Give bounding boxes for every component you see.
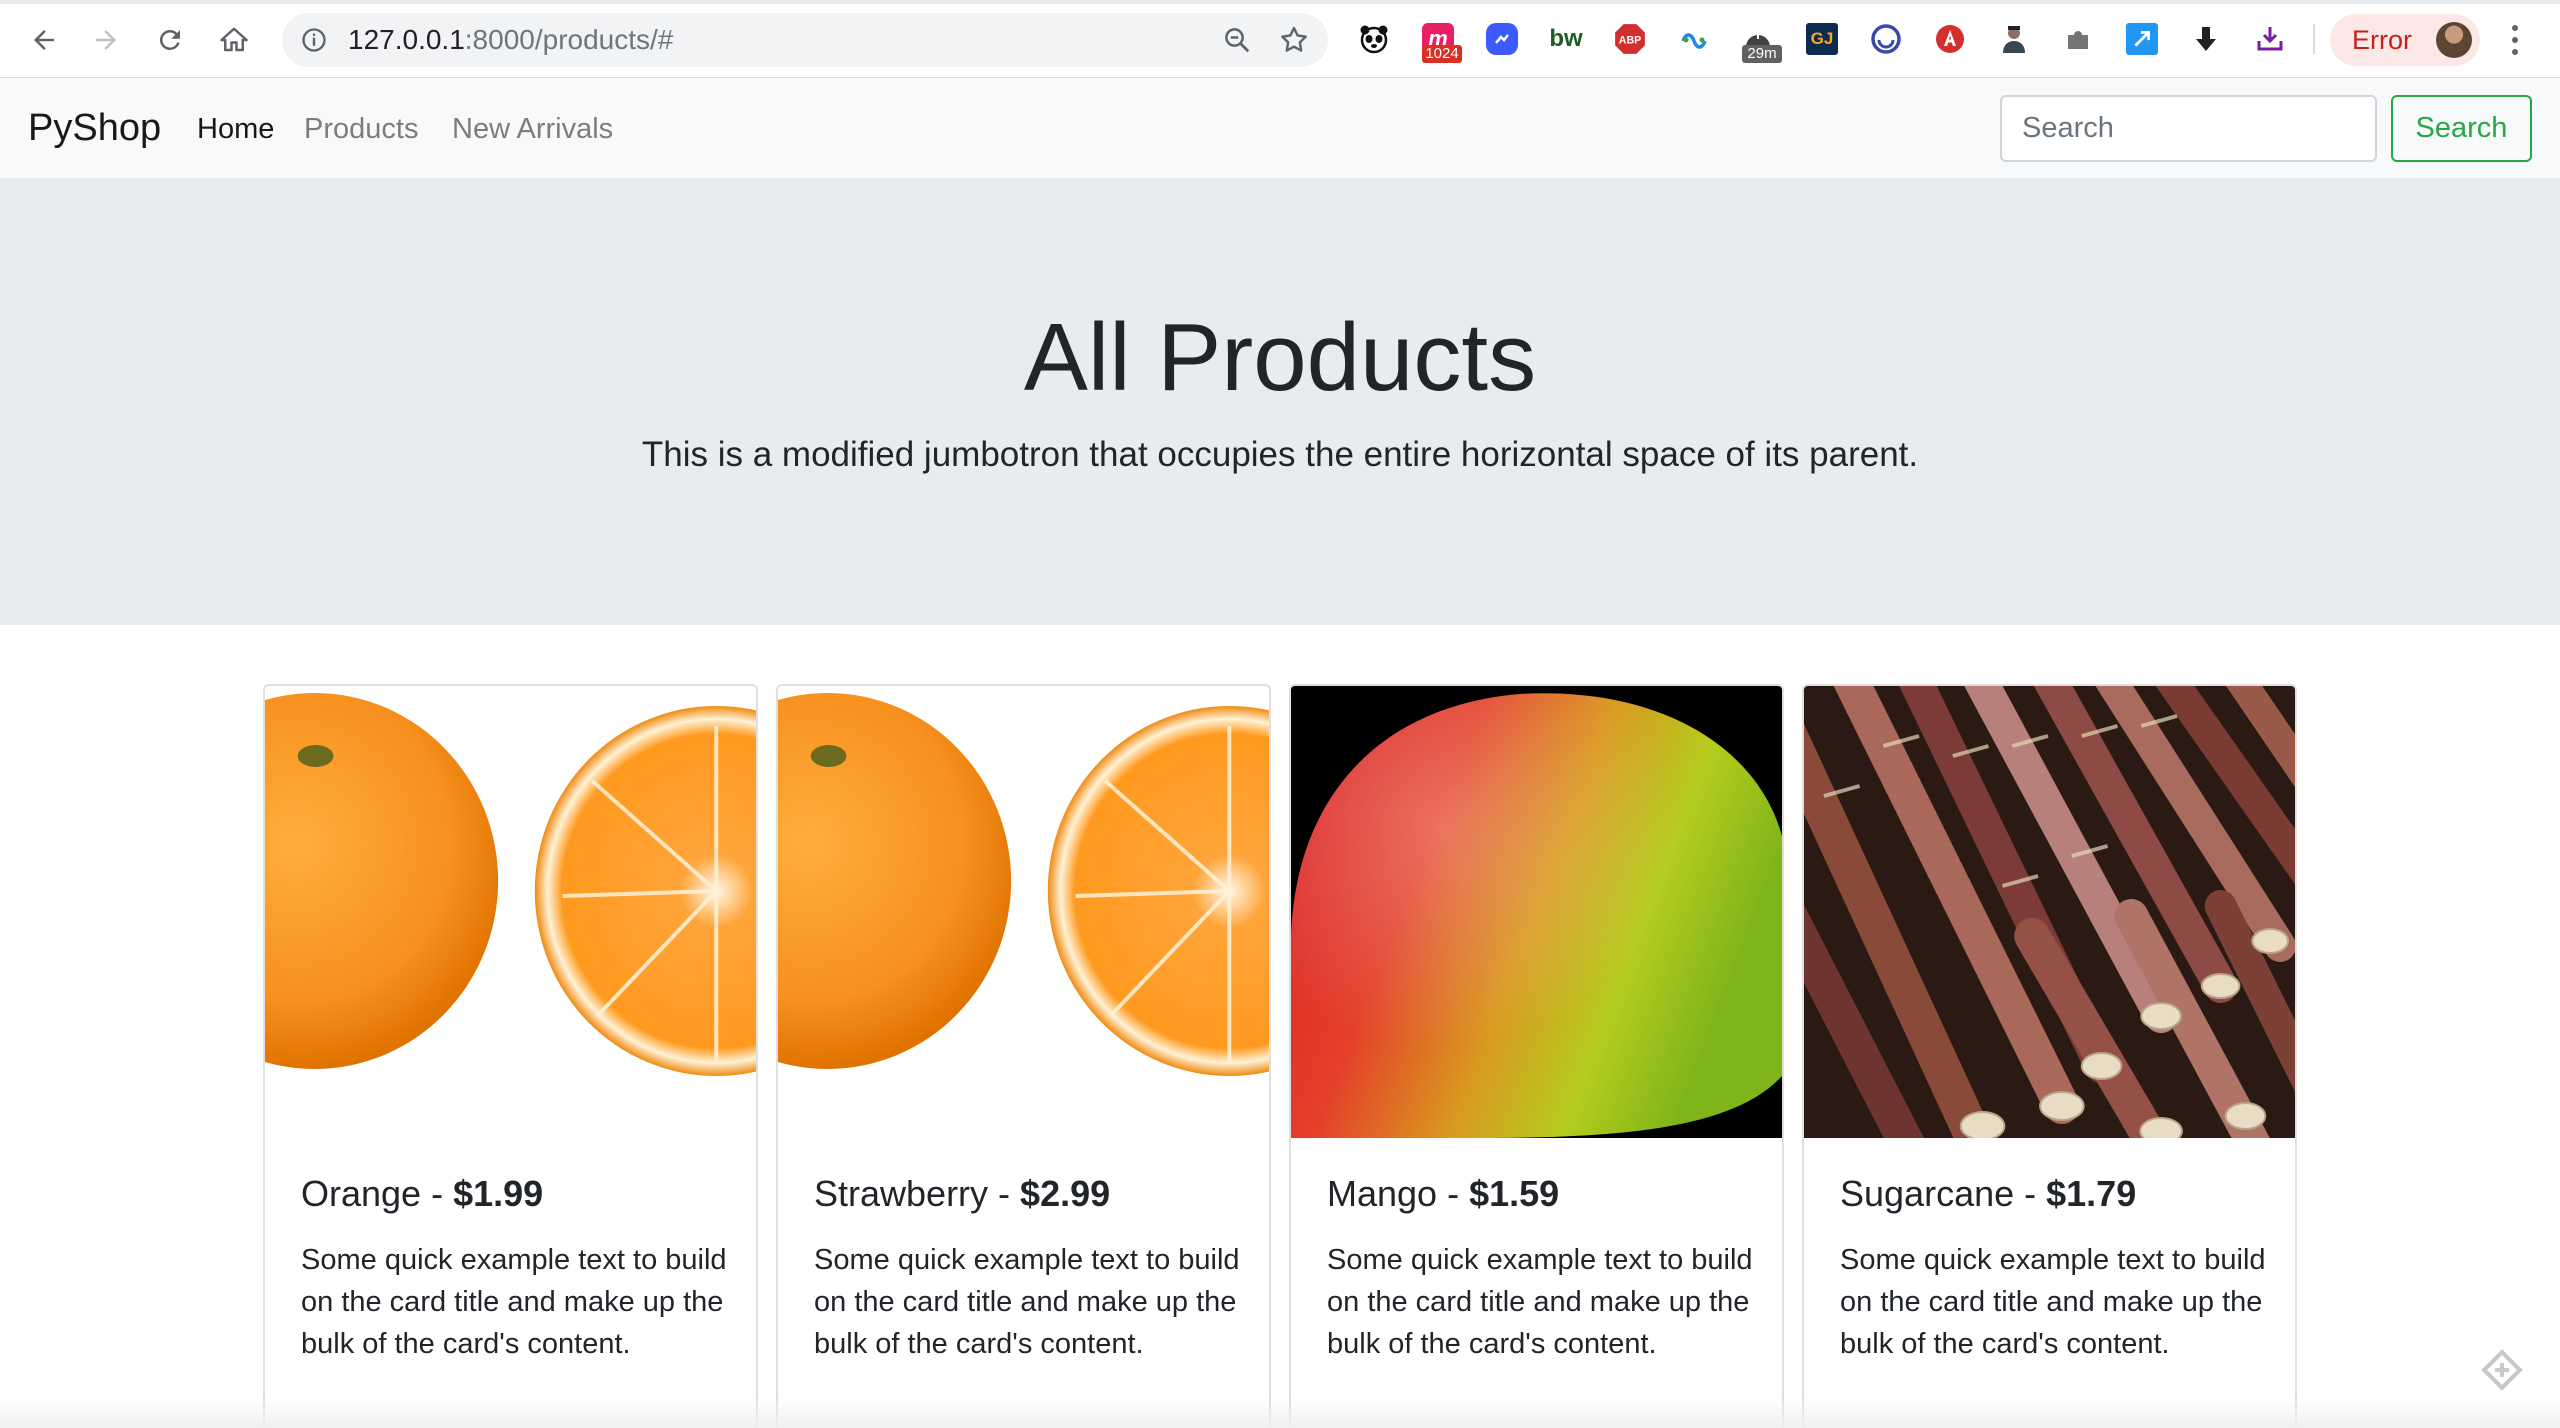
- floating-tag-icon[interactable]: [2480, 1348, 2524, 1392]
- product-name: Sugarcane: [1840, 1173, 2015, 1214]
- card-title: Sugarcane - $1.79: [1840, 1172, 2136, 1216]
- m-extension-badge: 1024: [1422, 45, 1462, 63]
- product-card-sugarcane: Sugarcane - $1.79 Some quick example tex…: [1802, 684, 2297, 1428]
- nav-link-products[interactable]: Products: [304, 112, 418, 146]
- page-lead: This is a modified jumbotron that occupi…: [641, 435, 1919, 474]
- title-separator: -: [2014, 1173, 2047, 1214]
- card-title: Strawberry - $2.99: [814, 1172, 1110, 1216]
- product-price: $2.99: [1020, 1173, 1111, 1214]
- product-card-orange: Orange - $1.99 Some quick example text t…: [263, 684, 758, 1428]
- panda-extension-icon[interactable]: [1354, 19, 1394, 59]
- orange-image: [265, 686, 756, 1138]
- home-icon: [220, 27, 248, 52]
- site-navbar: PyShop Home Products New Arrivals Search: [0, 78, 2560, 178]
- card-text: Some quick example text to build on the …: [301, 1244, 727, 1360]
- nav-link-home[interactable]: Home: [197, 112, 274, 146]
- product-name: Mango: [1327, 1173, 1438, 1214]
- product-card-strawberry: Strawberry - $2.99 Some quick example te…: [776, 684, 1271, 1428]
- product-card-mango: Mango - $1.59 Some quick example text to…: [1289, 684, 1784, 1428]
- product-price: $1.99: [453, 1173, 544, 1214]
- product-name: Orange: [301, 1173, 422, 1214]
- product-name: Strawberry: [814, 1173, 989, 1214]
- expand-extension-icon[interactable]: [2122, 19, 2162, 59]
- forward-arrow-icon: [96, 30, 116, 50]
- download-tray-extension-icon[interactable]: [2250, 19, 2290, 59]
- jumbotron: All Products This is a modified jumbotro…: [0, 178, 2560, 625]
- orange-image: [778, 686, 1269, 1138]
- tab-strip-edge: [0, 0, 2560, 4]
- person-extension-icon[interactable]: [1994, 19, 2034, 59]
- title-separator: -: [988, 1173, 1021, 1214]
- home-button[interactable]: [214, 20, 254, 60]
- gj-extension-text: GJ: [1806, 23, 1838, 55]
- card-text: Some quick example text to build on the …: [814, 1244, 1240, 1360]
- angular-extension-icon[interactable]: [1930, 19, 1970, 59]
- card-title: Mango - $1.59: [1327, 1172, 1559, 1216]
- nav-link-new-arrivals[interactable]: New Arrivals: [452, 112, 613, 146]
- title-separator: -: [1437, 1173, 1470, 1214]
- adblock-extension-icon[interactable]: ABP: [1610, 19, 1650, 59]
- address-bar[interactable]: 127.0.0.1:8000/products/#: [282, 13, 1328, 67]
- bookmark-star-icon[interactable]: [1278, 24, 1310, 56]
- browser-toolbar: 127.0.0.1:8000/products/# m 1024 bw ABP …: [0, 0, 2560, 78]
- download-arrow-extension-icon[interactable]: [2186, 19, 2226, 59]
- timer-extension-badge: 29m: [1742, 45, 1782, 63]
- bw-extension-icon[interactable]: bw: [1546, 19, 1586, 59]
- browser-menu-icon[interactable]: [2500, 22, 2530, 58]
- card-text: Some quick example text to build on the …: [1840, 1244, 2266, 1360]
- back-arrow-icon: [34, 30, 54, 50]
- title-separator: -: [421, 1173, 454, 1214]
- sugarcane-image: [1804, 686, 2295, 1138]
- navbar-brand[interactable]: PyShop: [28, 106, 161, 150]
- toolbar-separator: [2313, 24, 2315, 54]
- gj-extension-icon[interactable]: GJ: [1802, 19, 1842, 59]
- search-input[interactable]: [2000, 95, 2377, 162]
- reload-button[interactable]: [150, 20, 190, 60]
- mango-image: [1291, 686, 1782, 1138]
- back-button[interactable]: [24, 20, 64, 60]
- profile-avatar: [2436, 22, 2472, 58]
- adblock-text: ABP: [1619, 34, 1641, 46]
- circle-extension-icon[interactable]: [1866, 19, 1906, 59]
- profile-error-button[interactable]: Error: [2330, 14, 2480, 66]
- product-price: $1.59: [1469, 1173, 1560, 1214]
- card-title: Orange - $1.99: [301, 1172, 543, 1216]
- card-text: Some quick example text to build on the …: [1327, 1244, 1753, 1360]
- timer-extension-icon[interactable]: 29m: [1738, 19, 1782, 63]
- chat-extension-icon[interactable]: [1482, 19, 1522, 59]
- url-text[interactable]: 127.0.0.1:8000/products/#: [348, 25, 673, 55]
- forward-button[interactable]: [86, 20, 126, 60]
- loop-extension-icon[interactable]: [1674, 19, 1714, 59]
- url-host: 127.0.0.1: [348, 24, 465, 55]
- site-info-icon[interactable]: [300, 26, 328, 54]
- reload-icon: [159, 29, 180, 50]
- bw-extension-text: bw: [1549, 25, 1583, 52]
- viewport-bottom-fade: [0, 1398, 2560, 1428]
- puzzle-extension-icon[interactable]: [2058, 19, 2098, 59]
- url-path: :8000/products/#: [464, 24, 674, 55]
- product-price: $1.79: [2046, 1173, 2137, 1214]
- profile-error-text: Error: [2352, 24, 2412, 55]
- m-extension-icon[interactable]: m 1024: [1418, 19, 1462, 63]
- zoom-icon[interactable]: [1222, 25, 1252, 55]
- page-title: All Products: [1023, 304, 1537, 411]
- search-button[interactable]: Search: [2391, 95, 2532, 162]
